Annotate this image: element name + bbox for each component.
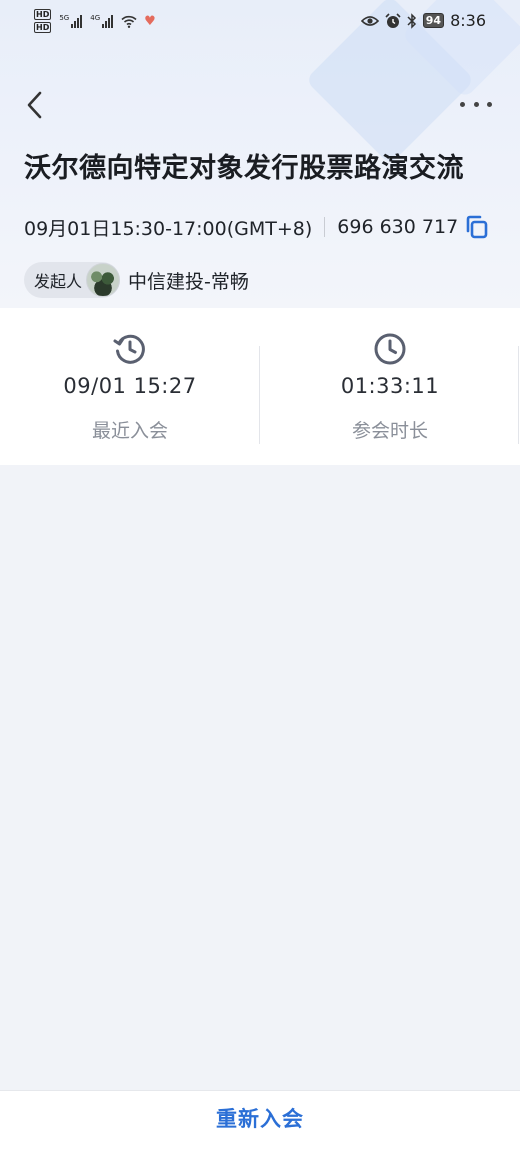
last-join-stat: 09/01 15:27 最近入会	[0, 308, 260, 465]
hd-badge: HD	[34, 9, 52, 20]
meeting-title: 沃尔德向特定对象发行股票路演交流	[24, 153, 464, 184]
history-icon	[113, 334, 145, 364]
status-left: HD HD 5G 4G ♥	[34, 9, 156, 33]
bottom-action-bar: 重新入会	[0, 1090, 520, 1155]
copy-icon[interactable]	[464, 215, 488, 239]
more-options-button[interactable]	[460, 92, 492, 116]
meeting-meta: 09月01日15:30-17:00(GMT+8) 696 630 717	[24, 212, 488, 242]
more-dot-icon	[460, 101, 465, 107]
host-label: 发起人	[34, 272, 83, 291]
meeting-detail-page: HD HD 5G 4G ♥ 94 8:36 沃尔德向特定对象发行股票路演交流 0…	[0, 0, 520, 1155]
divider	[518, 346, 519, 444]
network-type-label: 5G	[59, 14, 70, 22]
header-area: HD HD 5G 4G ♥ 94 8:36 沃尔德向特定对象发行股票路演交流 0…	[0, 0, 520, 308]
host-name: 中信建投-常畅	[128, 270, 249, 293]
meeting-stats-card: 09/01 15:27 最近入会 01:33:11 参会时长	[0, 308, 520, 465]
status-right: 94 8:36	[360, 11, 486, 30]
hd-indicator: HD HD	[34, 9, 52, 33]
signal-5g-icon: 5G	[59, 14, 83, 28]
clock-icon	[374, 333, 406, 365]
duration-value: 01:33:11	[340, 374, 440, 398]
divider	[324, 217, 326, 237]
alarm-icon	[385, 12, 401, 28]
back-button[interactable]	[22, 88, 52, 122]
rejoin-button[interactable]: 重新入会	[0, 1091, 520, 1145]
meeting-id: 696 630 717	[337, 216, 459, 238]
more-dot-icon	[473, 101, 479, 107]
wifi-icon	[121, 15, 137, 28]
more-dot-icon	[487, 101, 492, 107]
meeting-datetime: 09月01日15:30-17:00(GMT+8)	[24, 217, 313, 240]
battery-level: 94	[422, 13, 445, 28]
duration-stat: 01:33:11 参会时长	[260, 308, 520, 465]
last-join-value: 09/01 15:27	[63, 374, 197, 398]
last-join-label: 最近入会	[91, 420, 168, 442]
hd-badge: HD	[34, 22, 52, 33]
eye-icon	[360, 15, 379, 26]
network-type-label: 4G	[90, 14, 101, 22]
status-bar: HD HD 5G 4G ♥ 94 8:36	[0, 0, 520, 44]
duration-label: 参会时长	[351, 420, 428, 442]
host-row: 发起人 中信建投-常畅	[24, 262, 249, 298]
chevron-left-icon	[27, 91, 42, 119]
avatar	[86, 263, 121, 297]
health-heart-icon: ♥	[144, 13, 156, 29]
host-chip: 发起人	[24, 262, 121, 298]
clock: 8:36	[450, 11, 486, 30]
signal-4g-icon: 4G	[90, 14, 114, 28]
bluetooth-icon	[407, 12, 416, 29]
